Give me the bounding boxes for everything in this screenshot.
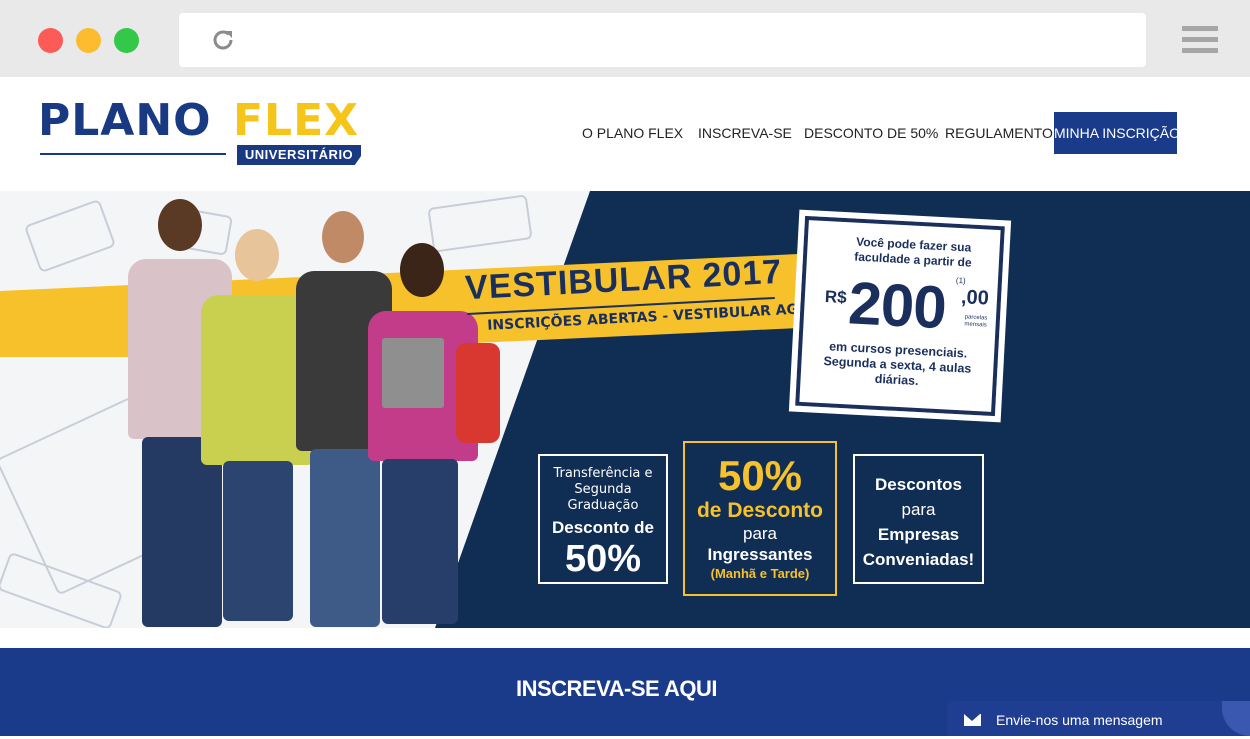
price-card-note: parcelas mensais [964,314,988,329]
chat-widget-label: Envie-nos uma mensagem [996,712,1163,728]
promo-2-line3: para [742,524,778,543]
address-bar[interactable] [179,13,1146,67]
chat-widget-button[interactable]: Envie-nos uma mensagem [947,701,1250,736]
promo-1-line3: 50% [564,538,642,580]
chat-widget-corner [1222,701,1250,736]
browser-chrome [0,0,1250,77]
reload-icon[interactable] [209,26,237,54]
promo-3-line1: Descontos [875,475,962,494]
price-card-body: em cursos presenciais. Segunda a sexta, … [823,339,972,389]
promo-ingressantes: 50% de Desconto para Ingressantes (Manhã… [683,441,837,596]
promo-3-line2: para [901,500,936,519]
promo-transferencia: Transferência e Segunda Graduação Descon… [538,454,668,584]
minha-inscricao-button[interactable]: MINHA INSCRIÇÃO [1054,112,1180,154]
logo-underline [40,153,226,155]
price-card-amount: 200 [846,269,948,342]
window-maximize-button[interactable] [114,28,139,53]
price-card: Você pode fazer sua faculdade a partir d… [788,209,1012,423]
window-minimize-button[interactable] [76,28,101,53]
nav-link-regulamento[interactable]: REGULAMENTO [945,112,1053,154]
logo-word-plano: PLANO [38,95,212,146]
hamburger-menu-icon[interactable] [1182,26,1218,54]
site-header: PLANO FLEX UNIVERSITÁRIO O PLANO FLEX IN… [0,77,1250,191]
price-card-currency: R$ [824,287,848,308]
logo-word-flex: FLEX [233,95,360,146]
envelope-icon [964,714,981,726]
promo-1-line1: Transferência e Segunda Graduação [553,466,653,513]
price-card-cents: ,00 [960,286,990,310]
price-card-footnote: (1) [955,275,966,286]
price-card-intro: Você pode fazer sua faculdade a partir d… [853,234,972,270]
nav-link-desconto[interactable]: DESCONTO DE 50% [804,112,938,154]
promo-2-line5: (Manhã e Tarde) [710,566,810,581]
promo-empresas: Descontos para Empresas Conveniadas! [853,454,984,584]
nav-link-o-plano-flex[interactable]: O PLANO FLEX [582,112,683,154]
nav-link-inscreva-se[interactable]: INSCREVA-SE [698,112,792,154]
promo-1-line2: Desconto de [551,518,655,537]
promo-2-line1: 50% [717,452,803,499]
inscreva-se-title: INSCREVA-SE AQUI [516,676,718,701]
promo-3-line3: Empresas [877,525,960,544]
window-close-button[interactable] [38,28,63,53]
promo-3-line4: Conveniadas! [862,550,975,569]
logo-subtitle: UNIVERSITÁRIO [237,145,361,165]
promo-2-line4: Ingressantes [707,545,813,564]
hero-banner[interactable]: VESTIBULAR 2017 INSCRIÇÕES ABERTAS - VES… [0,191,1250,628]
promo-2-line2: de Desconto [696,499,824,522]
plano-flex-logo[interactable]: PLANO FLEX UNIVERSITÁRIO [38,95,368,169]
